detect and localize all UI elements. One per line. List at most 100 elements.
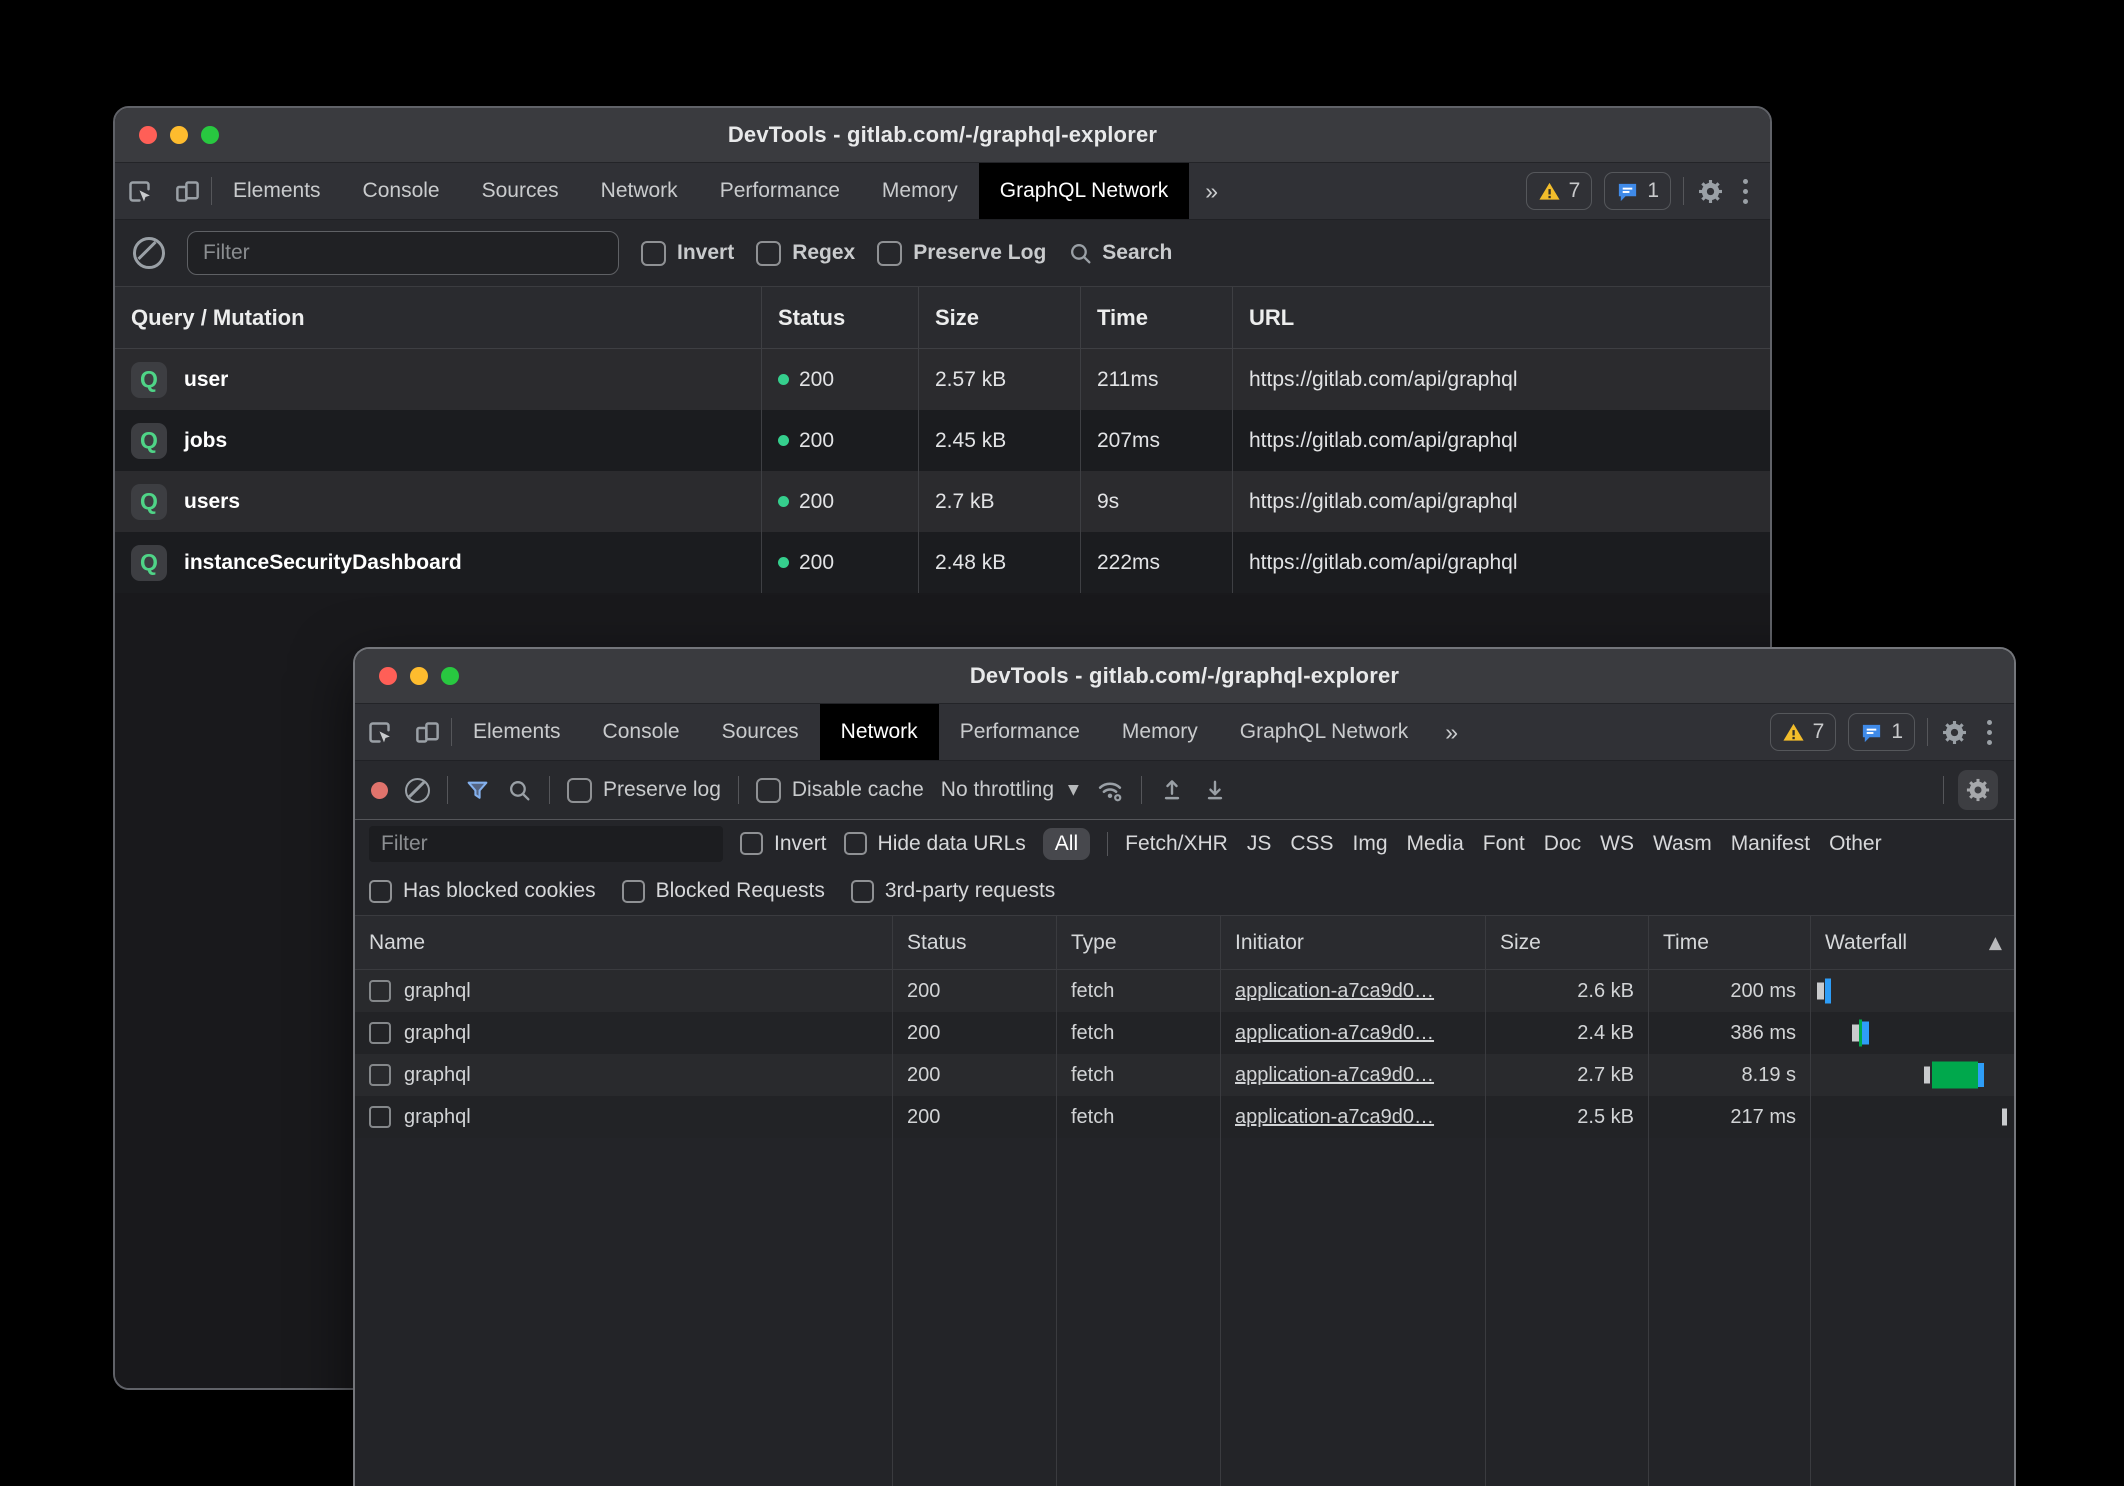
table-row[interactable]: graphql 200 fetch application-a7ca9d0… 2… [355, 1054, 2014, 1096]
row-checkbox[interactable] [369, 980, 391, 1002]
tab-sources[interactable]: Sources [461, 163, 580, 219]
waterfall-bar[interactable] [1811, 970, 2014, 1012]
hide-data-urls-checkbox-group[interactable]: Hide data URLs [844, 832, 1026, 856]
hide-data-urls-checkbox[interactable] [844, 832, 867, 855]
type-filter-font[interactable]: Font [1483, 832, 1525, 856]
third-party-checkbox-group[interactable]: 3rd-party requests [851, 879, 1055, 903]
type-filter-css[interactable]: CSS [1290, 832, 1333, 856]
tab-elements[interactable]: Elements [452, 704, 582, 760]
tab-network[interactable]: Network [820, 704, 939, 760]
table-row[interactable]: graphql 200 fetch application-a7ca9d0… 2… [355, 1096, 2014, 1138]
waterfall-bar[interactable] [1811, 1012, 2014, 1054]
table-row[interactable]: QinstanceSecurityDashboard 200 2.48 kB 2… [115, 532, 1770, 593]
titlebar[interactable]: DevTools - gitlab.com/-/graphql-explorer [355, 649, 2014, 704]
titlebar[interactable]: DevTools - gitlab.com/-/graphql-explorer [115, 108, 1770, 163]
type-filter-img[interactable]: Img [1353, 832, 1388, 856]
initiator-link[interactable]: application-a7ca9d0… [1235, 1064, 1434, 1087]
tab-console[interactable]: Console [582, 704, 701, 760]
tab-console[interactable]: Console [342, 163, 461, 219]
table-row[interactable]: Qjobs 200 2.45 kB 207ms https://gitlab.c… [115, 410, 1770, 471]
network-conditions-icon[interactable] [1096, 776, 1124, 804]
import-har-icon[interactable] [1159, 777, 1185, 803]
blocked-requests-checkbox[interactable] [622, 880, 645, 903]
table-row[interactable]: Quser 200 2.57 kB 211ms https://gitlab.c… [115, 349, 1770, 410]
filter-funnel-icon[interactable] [465, 778, 490, 803]
column-size[interactable]: Size [1485, 916, 1648, 969]
invert-checkbox-group[interactable]: Invert [740, 832, 827, 856]
column-name[interactable]: Name [355, 916, 892, 969]
device-toolbar-icon[interactable] [163, 163, 211, 219]
type-filter-all[interactable]: All [1043, 828, 1090, 860]
initiator-link[interactable]: application-a7ca9d0… [1235, 1106, 1434, 1129]
blocked-cookies-checkbox[interactable] [369, 880, 392, 903]
settings-gear-icon[interactable] [1696, 177, 1725, 206]
invert-checkbox-group[interactable]: Invert [641, 241, 734, 266]
tab-memory[interactable]: Memory [861, 163, 979, 219]
close-button[interactable] [379, 667, 397, 685]
preserve-log-checkbox-group[interactable]: Preserve Log [877, 241, 1046, 266]
type-filter-fetch-xhr[interactable]: Fetch/XHR [1125, 832, 1228, 856]
preserve-log-checkbox[interactable] [877, 241, 902, 266]
waterfall-bar[interactable] [1811, 1054, 2014, 1096]
inspect-element-icon[interactable] [355, 704, 403, 760]
tab-elements[interactable]: Elements [212, 163, 342, 219]
column-time[interactable]: Time [1080, 287, 1232, 348]
device-toolbar-icon[interactable] [403, 704, 451, 760]
search-icon[interactable] [507, 778, 532, 803]
minimize-button[interactable] [170, 126, 188, 144]
column-time[interactable]: Time [1648, 916, 1810, 969]
type-filter-ws[interactable]: WS [1600, 832, 1634, 856]
tab-sources[interactable]: Sources [701, 704, 820, 760]
tab-memory[interactable]: Memory [1101, 704, 1219, 760]
clear-icon[interactable] [405, 778, 430, 803]
table-row[interactable]: graphql 200 fetch application-a7ca9d0… 2… [355, 970, 2014, 1012]
column-initiator[interactable]: Initiator [1220, 916, 1485, 969]
disable-cache-checkbox-group[interactable]: Disable cache [756, 778, 924, 803]
column-type[interactable]: Type [1056, 916, 1220, 969]
issues-badge[interactable]: 1 [1604, 172, 1671, 210]
row-checkbox[interactable] [369, 1022, 391, 1044]
export-har-icon[interactable] [1202, 777, 1228, 803]
invert-checkbox[interactable] [641, 241, 666, 266]
warnings-badge[interactable]: 7 [1526, 172, 1593, 210]
blocked-requests-checkbox-group[interactable]: Blocked Requests [622, 879, 825, 903]
disable-cache-checkbox[interactable] [756, 778, 781, 803]
preserve-log-checkbox-group[interactable]: Preserve log [567, 778, 721, 803]
filter-input[interactable] [187, 231, 619, 275]
tab-graphql-network[interactable]: GraphQL Network [1219, 704, 1429, 760]
regex-checkbox-group[interactable]: Regex [756, 241, 855, 266]
row-checkbox[interactable] [369, 1064, 391, 1086]
more-tabs-chevron[interactable]: » [1189, 163, 1234, 219]
kebab-menu-icon[interactable] [1737, 173, 1754, 210]
warnings-badge[interactable]: 7 [1770, 713, 1837, 751]
type-filter-doc[interactable]: Doc [1544, 832, 1581, 856]
more-tabs-chevron[interactable]: » [1429, 704, 1474, 760]
type-filter-wasm[interactable]: Wasm [1653, 832, 1712, 856]
column-status[interactable]: Status [892, 916, 1056, 969]
record-button[interactable] [371, 782, 388, 799]
blocked-cookies-checkbox-group[interactable]: Has blocked cookies [369, 879, 596, 903]
type-filter-js[interactable]: JS [1247, 832, 1272, 856]
initiator-link[interactable]: application-a7ca9d0… [1235, 980, 1434, 1003]
row-checkbox[interactable] [369, 1106, 391, 1128]
maximize-button[interactable] [201, 126, 219, 144]
table-row[interactable]: graphql 200 fetch application-a7ca9d0… 2… [355, 1012, 2014, 1054]
maximize-button[interactable] [441, 667, 459, 685]
issues-badge[interactable]: 1 [1848, 713, 1915, 751]
throttling-dropdown[interactable]: No throttling ▼ [941, 778, 1079, 802]
minimize-button[interactable] [410, 667, 428, 685]
waterfall-bar[interactable] [1811, 1096, 2014, 1138]
type-filter-other[interactable]: Other [1829, 832, 1882, 856]
search-toggle[interactable]: Search [1068, 241, 1172, 266]
filter-input[interactable] [369, 826, 723, 862]
clear-icon[interactable] [133, 237, 165, 269]
tab-performance[interactable]: Performance [939, 704, 1101, 760]
close-button[interactable] [139, 126, 157, 144]
initiator-link[interactable]: application-a7ca9d0… [1235, 1022, 1434, 1045]
type-filter-manifest[interactable]: Manifest [1731, 832, 1810, 856]
preserve-log-checkbox[interactable] [567, 778, 592, 803]
inspect-element-icon[interactable] [115, 163, 163, 219]
invert-checkbox[interactable] [740, 832, 763, 855]
column-waterfall[interactable]: Waterfall ▲ [1810, 916, 2014, 969]
third-party-checkbox[interactable] [851, 880, 874, 903]
